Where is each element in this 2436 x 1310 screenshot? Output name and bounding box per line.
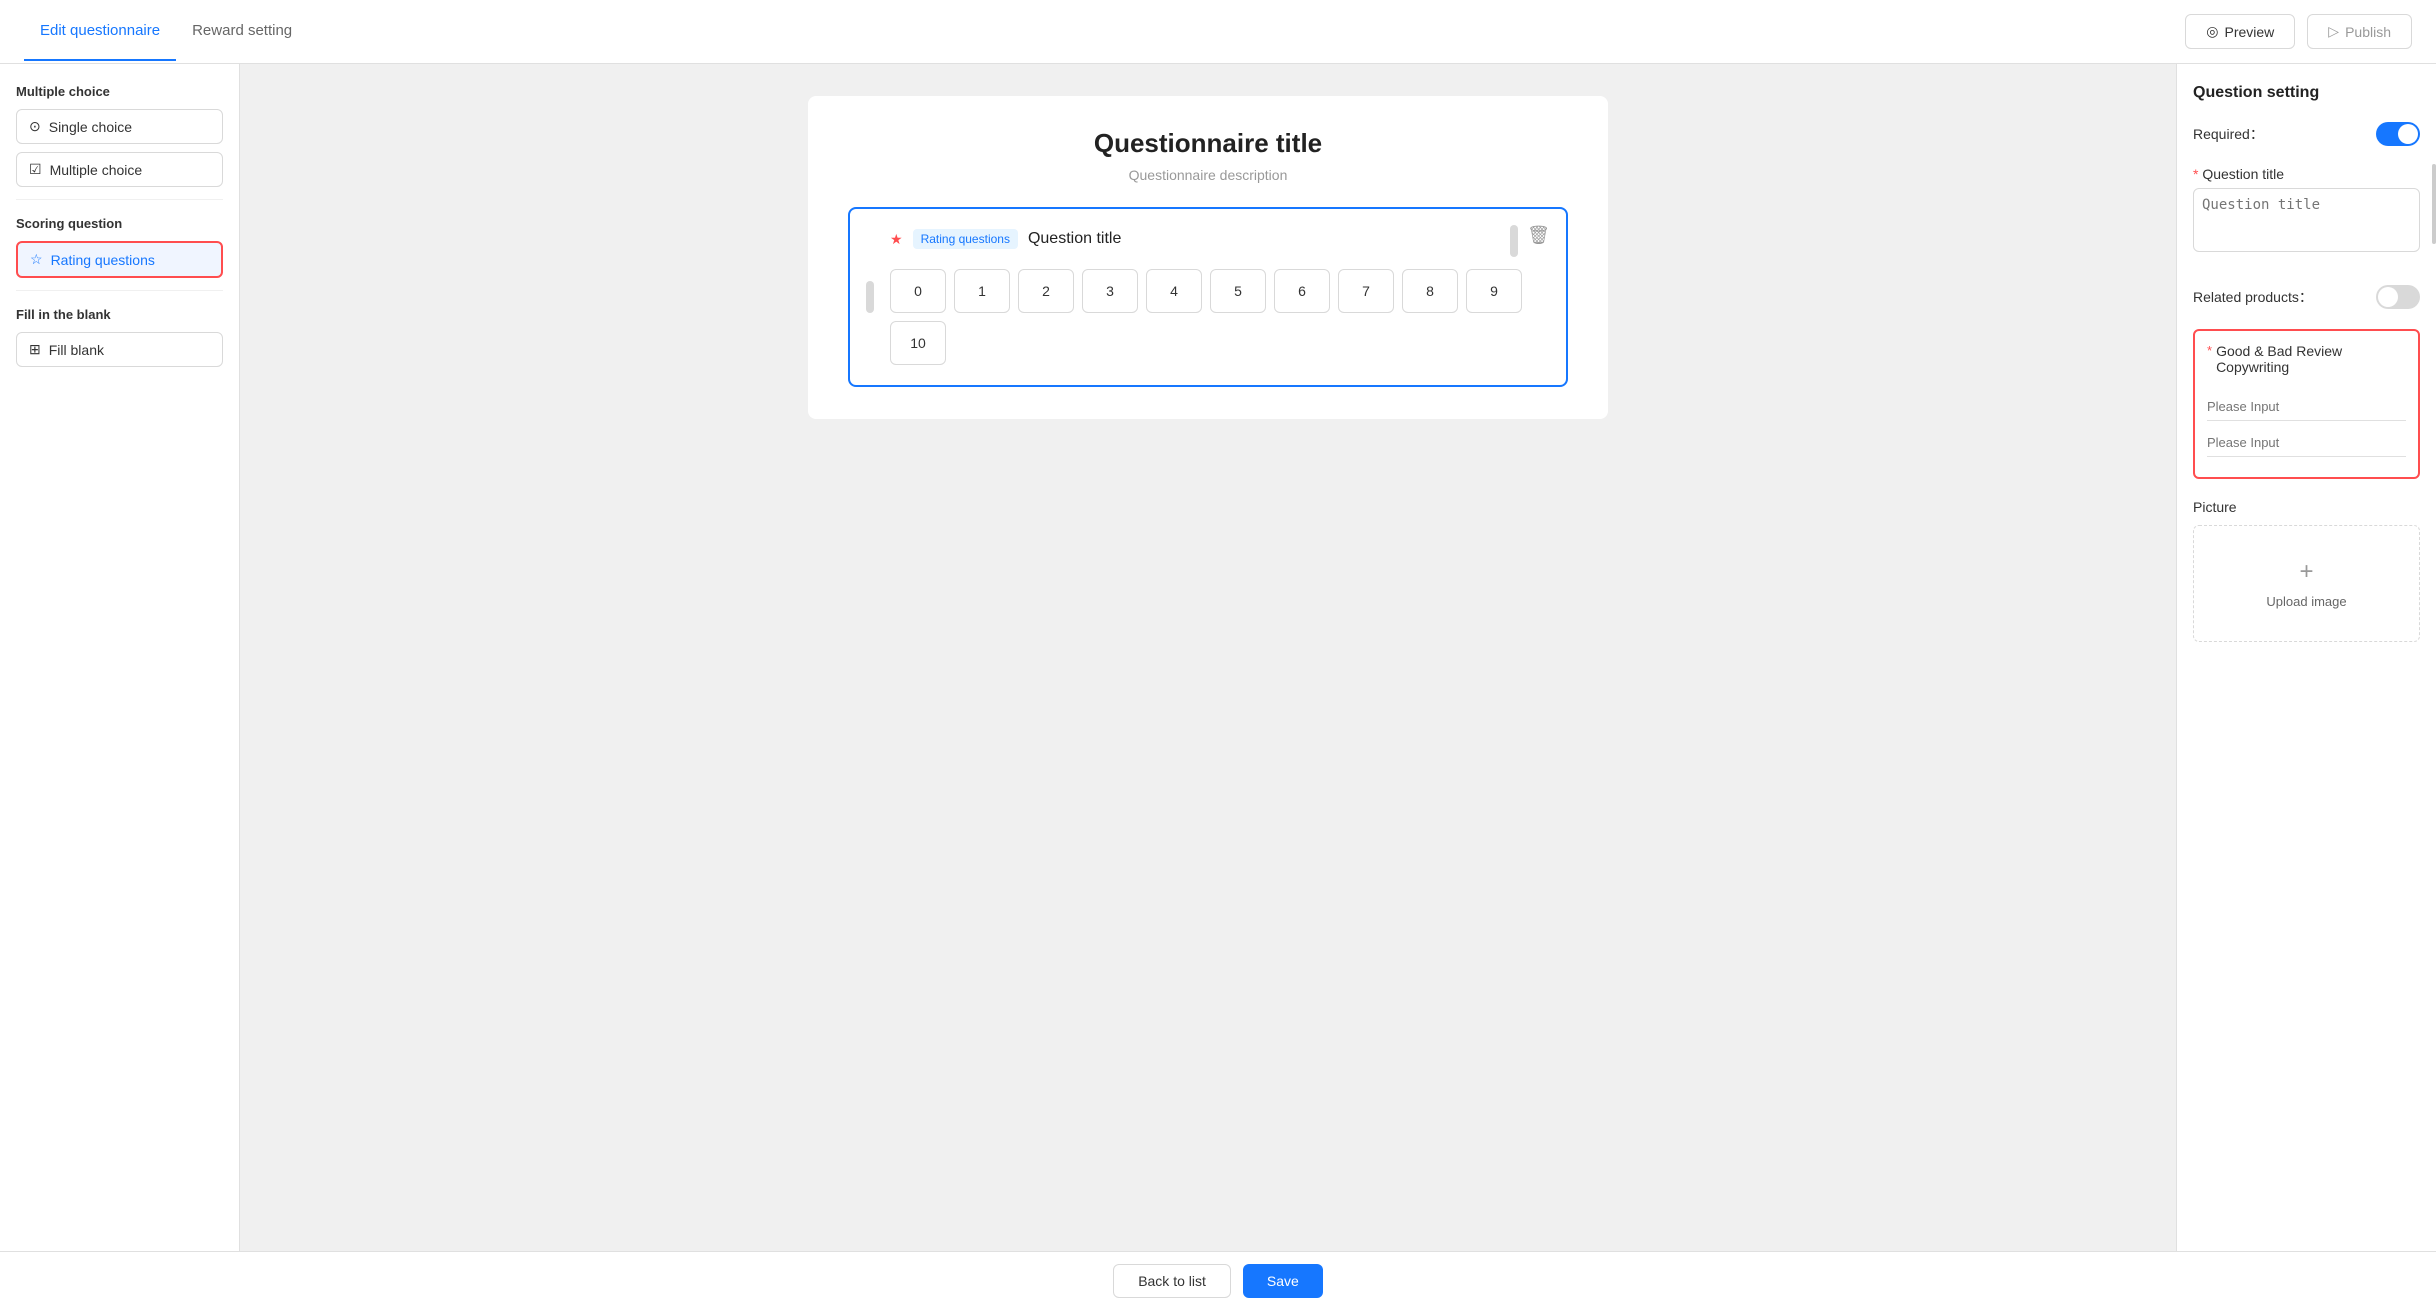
sidebar-divider-1: [16, 199, 223, 200]
header-tabs: Edit questionnaire Reward setting: [24, 2, 308, 61]
related-products-label: Related products：: [2193, 287, 2313, 307]
related-products-toggle[interactable]: [2376, 285, 2420, 309]
star-icon: ☆: [30, 251, 43, 268]
related-products-row: Related products：: [2193, 285, 2420, 309]
save-button[interactable]: Save: [1243, 1264, 1323, 1298]
rating-btn-0[interactable]: 0: [890, 269, 946, 313]
required-toggle[interactable]: [2376, 122, 2420, 146]
rating-btn-7[interactable]: 7: [1338, 269, 1394, 313]
drag-handle-right: [1510, 225, 1518, 257]
required-row: Required：: [2193, 122, 2420, 146]
right-panel-title: Question setting: [2193, 84, 2420, 102]
rating-btn-8[interactable]: 8: [1402, 269, 1458, 313]
rating-btn-6[interactable]: 6: [1274, 269, 1330, 313]
image-icon: ⊞: [29, 341, 41, 358]
products-required-star: *: [2207, 343, 2212, 358]
checkbox-icon: ☑: [29, 161, 42, 178]
asterisk: *: [2193, 166, 2202, 182]
section-multiple-choice: Multiple choice: [16, 84, 223, 99]
sidebar-item-single-choice[interactable]: ⊙ Single choice: [16, 109, 223, 144]
right-panel: Question setting Required： * Question ti…: [2176, 64, 2436, 1251]
tab-edit-questionnaire[interactable]: Edit questionnaire: [24, 2, 176, 61]
rating-btn-3[interactable]: 3: [1082, 269, 1138, 313]
scrollbar[interactable]: [2432, 164, 2436, 244]
delete-question-button[interactable]: 🗑: [1527, 225, 1550, 246]
tab-reward-setting[interactable]: Reward setting: [176, 2, 308, 61]
picture-label: Picture: [2193, 499, 2420, 515]
play-icon: ▷: [2328, 23, 2339, 40]
question-header: ★ Rating questions Question title: [890, 229, 1542, 249]
upload-image-box[interactable]: + Upload image: [2193, 525, 2420, 642]
publish-button[interactable]: ▷ Publish: [2307, 14, 2412, 49]
sidebar-item-multiple-choice[interactable]: ☑ Multiple choice: [16, 152, 223, 187]
footer: Back to list Save: [0, 1251, 2436, 1310]
sidebar-item-rating[interactable]: ☆ Rating questions: [16, 241, 223, 278]
products-title: Good & Bad Review Copywriting: [2216, 343, 2406, 375]
products-input-2[interactable]: [2207, 429, 2406, 457]
questionnaire-description: Questionnaire description: [848, 167, 1568, 183]
required-label: Required：: [2193, 124, 2264, 144]
header-actions: ◎ Preview ▷ Publish: [2185, 14, 2412, 49]
canvas: Questionnaire title Questionnaire descri…: [240, 64, 2176, 1251]
back-to-list-button[interactable]: Back to list: [1113, 1264, 1231, 1298]
eye-icon: ◎: [2206, 23, 2218, 40]
question-block: 🗑 ★ Rating questions Question title 0 1 …: [848, 207, 1568, 387]
questionnaire-title: Questionnaire title: [848, 128, 1568, 159]
section-scoring-question: Scoring question: [16, 216, 223, 231]
rating-btn-5[interactable]: 5: [1210, 269, 1266, 313]
main-layout: Multiple choice ⊙ Single choice ☑ Multip…: [0, 64, 2436, 1251]
rating-options-row: 0 1 2 3 4 5 6 7 8 9 10: [890, 269, 1542, 365]
question-title-input[interactable]: [2193, 188, 2420, 252]
rating-btn-9[interactable]: 9: [1466, 269, 1522, 313]
rating-btn-4[interactable]: 4: [1146, 269, 1202, 313]
required-star: ★: [890, 231, 903, 248]
circle-icon: ⊙: [29, 118, 41, 135]
products-input-1[interactable]: [2207, 393, 2406, 421]
preview-button[interactable]: ◎ Preview: [2185, 14, 2295, 49]
sidebar-item-fill-blank[interactable]: ⊞ Fill blank: [16, 332, 223, 367]
section-fill-blank: Fill in the blank: [16, 307, 223, 322]
header: Edit questionnaire Reward setting ◎ Prev…: [0, 0, 2436, 64]
rating-btn-2[interactable]: 2: [1018, 269, 1074, 313]
question-title-display: Question title: [1028, 230, 1121, 248]
products-box: * Good & Bad Review Copywriting: [2193, 329, 2420, 479]
questionnaire-card: Questionnaire title Questionnaire descri…: [808, 96, 1608, 419]
rating-btn-1[interactable]: 1: [954, 269, 1010, 313]
question-title-field-label: * Question title: [2193, 166, 2420, 182]
rating-btn-10[interactable]: 10: [890, 321, 946, 365]
sidebar: Multiple choice ⊙ Single choice ☑ Multip…: [0, 64, 240, 1251]
question-title-row: * Question title: [2193, 166, 2420, 277]
question-tag: Rating questions: [913, 229, 1018, 249]
upload-plus-icon: +: [2299, 558, 2313, 586]
upload-text: Upload image: [2266, 594, 2346, 609]
drag-handle-left[interactable]: [866, 281, 874, 313]
sidebar-divider-2: [16, 290, 223, 291]
